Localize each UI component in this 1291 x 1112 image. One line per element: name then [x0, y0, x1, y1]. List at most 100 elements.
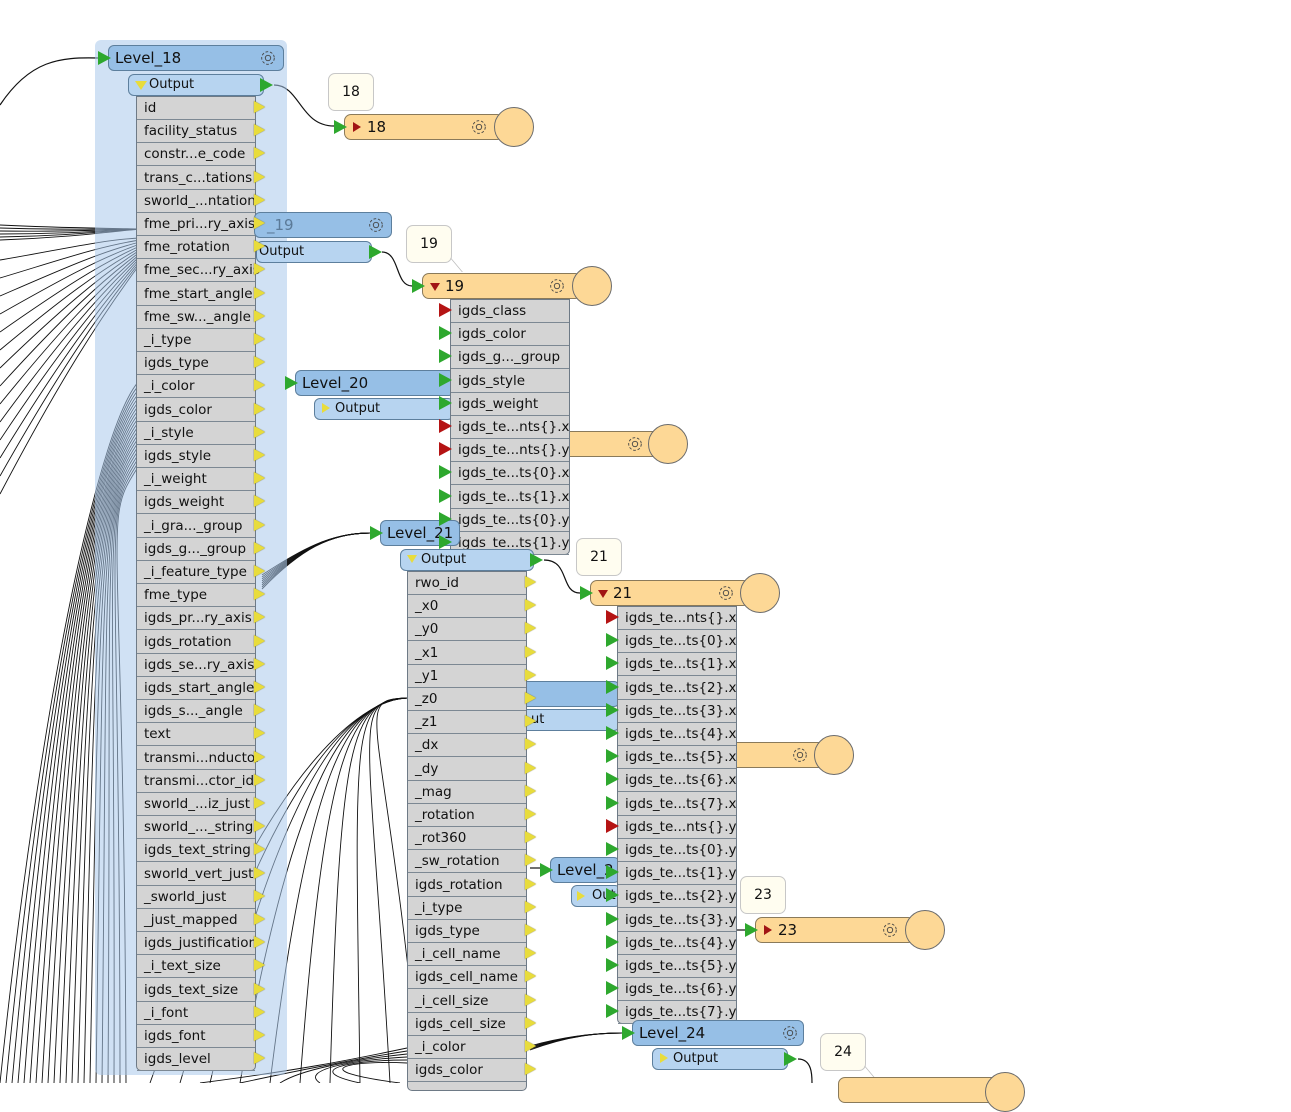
- attribute-output-port[interactable]: [254, 913, 265, 925]
- attribute-row[interactable]: _y0: [408, 618, 526, 642]
- attribute-row[interactable]: igds_color: [137, 399, 255, 422]
- attribute-output-port[interactable]: [525, 1063, 536, 1076]
- attribute-row[interactable]: igds_type: [408, 920, 526, 943]
- attribute-input-port[interactable]: [606, 702, 619, 717]
- attribute-output-port[interactable]: [525, 1040, 536, 1052]
- attribute-output-port[interactable]: [254, 147, 265, 160]
- collapse-triangle-icon[interactable]: [598, 590, 608, 598]
- attribute-row[interactable]: _i_type: [408, 897, 526, 920]
- attribute-row[interactable]: _rot360: [408, 827, 526, 851]
- attribute-output-port[interactable]: [254, 634, 265, 647]
- attribute-output-port[interactable]: [254, 472, 265, 485]
- attribute-row[interactable]: igds_te...ts{2}.y: [618, 885, 737, 909]
- attribute-input-port[interactable]: [439, 488, 452, 503]
- transformer-level-20[interactable]: Level_20: [295, 370, 455, 396]
- attribute-row[interactable]: igds_pr...ry_axis: [137, 607, 255, 631]
- attribute-output-port[interactable]: [254, 959, 265, 972]
- attribute-input-port[interactable]: [606, 888, 619, 903]
- attribute-row[interactable]: igds_te...ts{2}.x: [618, 677, 737, 700]
- expand-triangle-icon[interactable]: [353, 122, 361, 132]
- attribute-output-port[interactable]: [525, 947, 536, 960]
- table-writer-icon[interactable]: [494, 107, 534, 147]
- gear-icon[interactable]: [781, 1024, 799, 1042]
- attribute-output-port[interactable]: [525, 761, 536, 774]
- attribute-row[interactable]: igds_level: [137, 1048, 255, 1072]
- attribute-row[interactable]: igds_te...nts{}.x: [451, 416, 570, 439]
- attribute-row[interactable]: igds_rotation: [137, 631, 255, 654]
- expand-triangle-icon[interactable]: [660, 1053, 668, 1063]
- table-writer-icon[interactable]: [572, 266, 612, 306]
- attribute-output-port[interactable]: [525, 970, 536, 983]
- attribute-row[interactable]: _sw_rotation: [408, 850, 526, 874]
- attribute-output-port[interactable]: [525, 831, 536, 844]
- connection-line[interactable]: [356, 697, 408, 1083]
- input-port[interactable]: [412, 279, 425, 293]
- attribute-row[interactable]: igds_g..._group: [137, 538, 255, 561]
- attribute-output-port[interactable]: [254, 217, 265, 229]
- attribute-output-port[interactable]: [525, 900, 536, 913]
- connection-line[interactable]: [315, 1056, 408, 1083]
- input-port[interactable]: [745, 923, 758, 937]
- attribute-row[interactable]: rwo_id: [408, 572, 526, 595]
- attribute-row[interactable]: _i_color: [137, 375, 255, 399]
- output-port-level-24[interactable]: Output: [652, 1048, 788, 1070]
- attribute-output-port[interactable]: [525, 576, 536, 588]
- collapse-triangle-icon[interactable]: [407, 555, 417, 563]
- attribute-input-port[interactable]: [439, 372, 452, 387]
- input-port[interactable]: [98, 51, 111, 65]
- attribute-row[interactable]: igds_te...ts{4}.x: [618, 723, 737, 746]
- attribute-output-port[interactable]: [254, 170, 265, 183]
- attribute-input-port[interactable]: [606, 1004, 619, 1019]
- attribute-output-port[interactable]: [254, 541, 265, 554]
- connection-line[interactable]: [299, 697, 408, 1083]
- attribute-row[interactable]: igds_te...ts{7}.x: [618, 793, 737, 816]
- attribute-output-port[interactable]: [254, 843, 265, 856]
- attribute-output-port[interactable]: [254, 263, 265, 276]
- collapse-triangle-icon[interactable]: [430, 283, 440, 291]
- attribute-row[interactable]: fme_rotation: [137, 236, 255, 260]
- attribute-output-port[interactable]: [525, 622, 536, 635]
- attribute-row[interactable]: fme_type: [137, 584, 255, 608]
- attribute-row[interactable]: _dy: [408, 758, 526, 781]
- attribute-input-port[interactable]: [439, 535, 452, 549]
- attribute-output-port[interactable]: [254, 495, 265, 508]
- output-port-level-21[interactable]: Output: [400, 549, 534, 571]
- attribute-output-port[interactable]: [254, 124, 265, 137]
- output-port-level-18[interactable]: Output: [128, 74, 264, 96]
- attribute-output-port[interactable]: [254, 657, 265, 670]
- attribute-input-port[interactable]: [439, 303, 452, 317]
- attribute-row[interactable]: igds_te...ts{1}.x: [618, 653, 737, 677]
- attribute-input-port[interactable]: [606, 865, 619, 880]
- attribute-input-port[interactable]: [606, 818, 619, 833]
- attribute-row[interactable]: igds_class: [451, 300, 569, 323]
- table-writer-icon[interactable]: [985, 1072, 1025, 1112]
- output-port-level-20[interactable]: Output: [314, 398, 454, 420]
- attribute-output-port[interactable]: [254, 611, 265, 624]
- attribute-row[interactable]: sworld_...iz_just: [137, 793, 255, 816]
- attribute-input-port[interactable]: [606, 958, 619, 972]
- transformer-level-24[interactable]: Level_24: [632, 1020, 804, 1046]
- attribute-output-port[interactable]: [525, 784, 536, 797]
- attribute-row[interactable]: id: [137, 97, 255, 120]
- attribute-row[interactable]: fme_sw..._angle: [137, 306, 255, 329]
- attribute-row[interactable]: igds_g..._group: [451, 346, 569, 370]
- attribute-output-port[interactable]: [254, 379, 265, 392]
- gear-icon[interactable]: [470, 118, 488, 136]
- transformer-level-19[interactable]: _19: [254, 212, 392, 238]
- attribute-row[interactable]: _z1: [408, 711, 526, 735]
- attribute-output-port[interactable]: [254, 356, 265, 369]
- output-port-connector[interactable]: [530, 553, 543, 567]
- input-port[interactable]: [622, 1026, 635, 1040]
- attribute-input-port[interactable]: [606, 981, 619, 996]
- attribute-row[interactable]: igds_te...ts{3}.y: [618, 909, 737, 932]
- output-port-connector[interactable]: [260, 78, 273, 92]
- annotation-23[interactable]: 23: [740, 876, 786, 914]
- attribute-input-port[interactable]: [606, 772, 619, 787]
- attribute-row[interactable]: igds_color: [451, 323, 569, 347]
- attribute-row[interactable]: igds_weight: [451, 393, 569, 416]
- attribute-output-port[interactable]: [254, 704, 265, 717]
- gear-icon[interactable]: [791, 746, 809, 764]
- attribute-output-port[interactable]: [254, 727, 265, 740]
- attribute-input-port[interactable]: [606, 934, 619, 949]
- attribute-output-port[interactable]: [525, 1016, 536, 1029]
